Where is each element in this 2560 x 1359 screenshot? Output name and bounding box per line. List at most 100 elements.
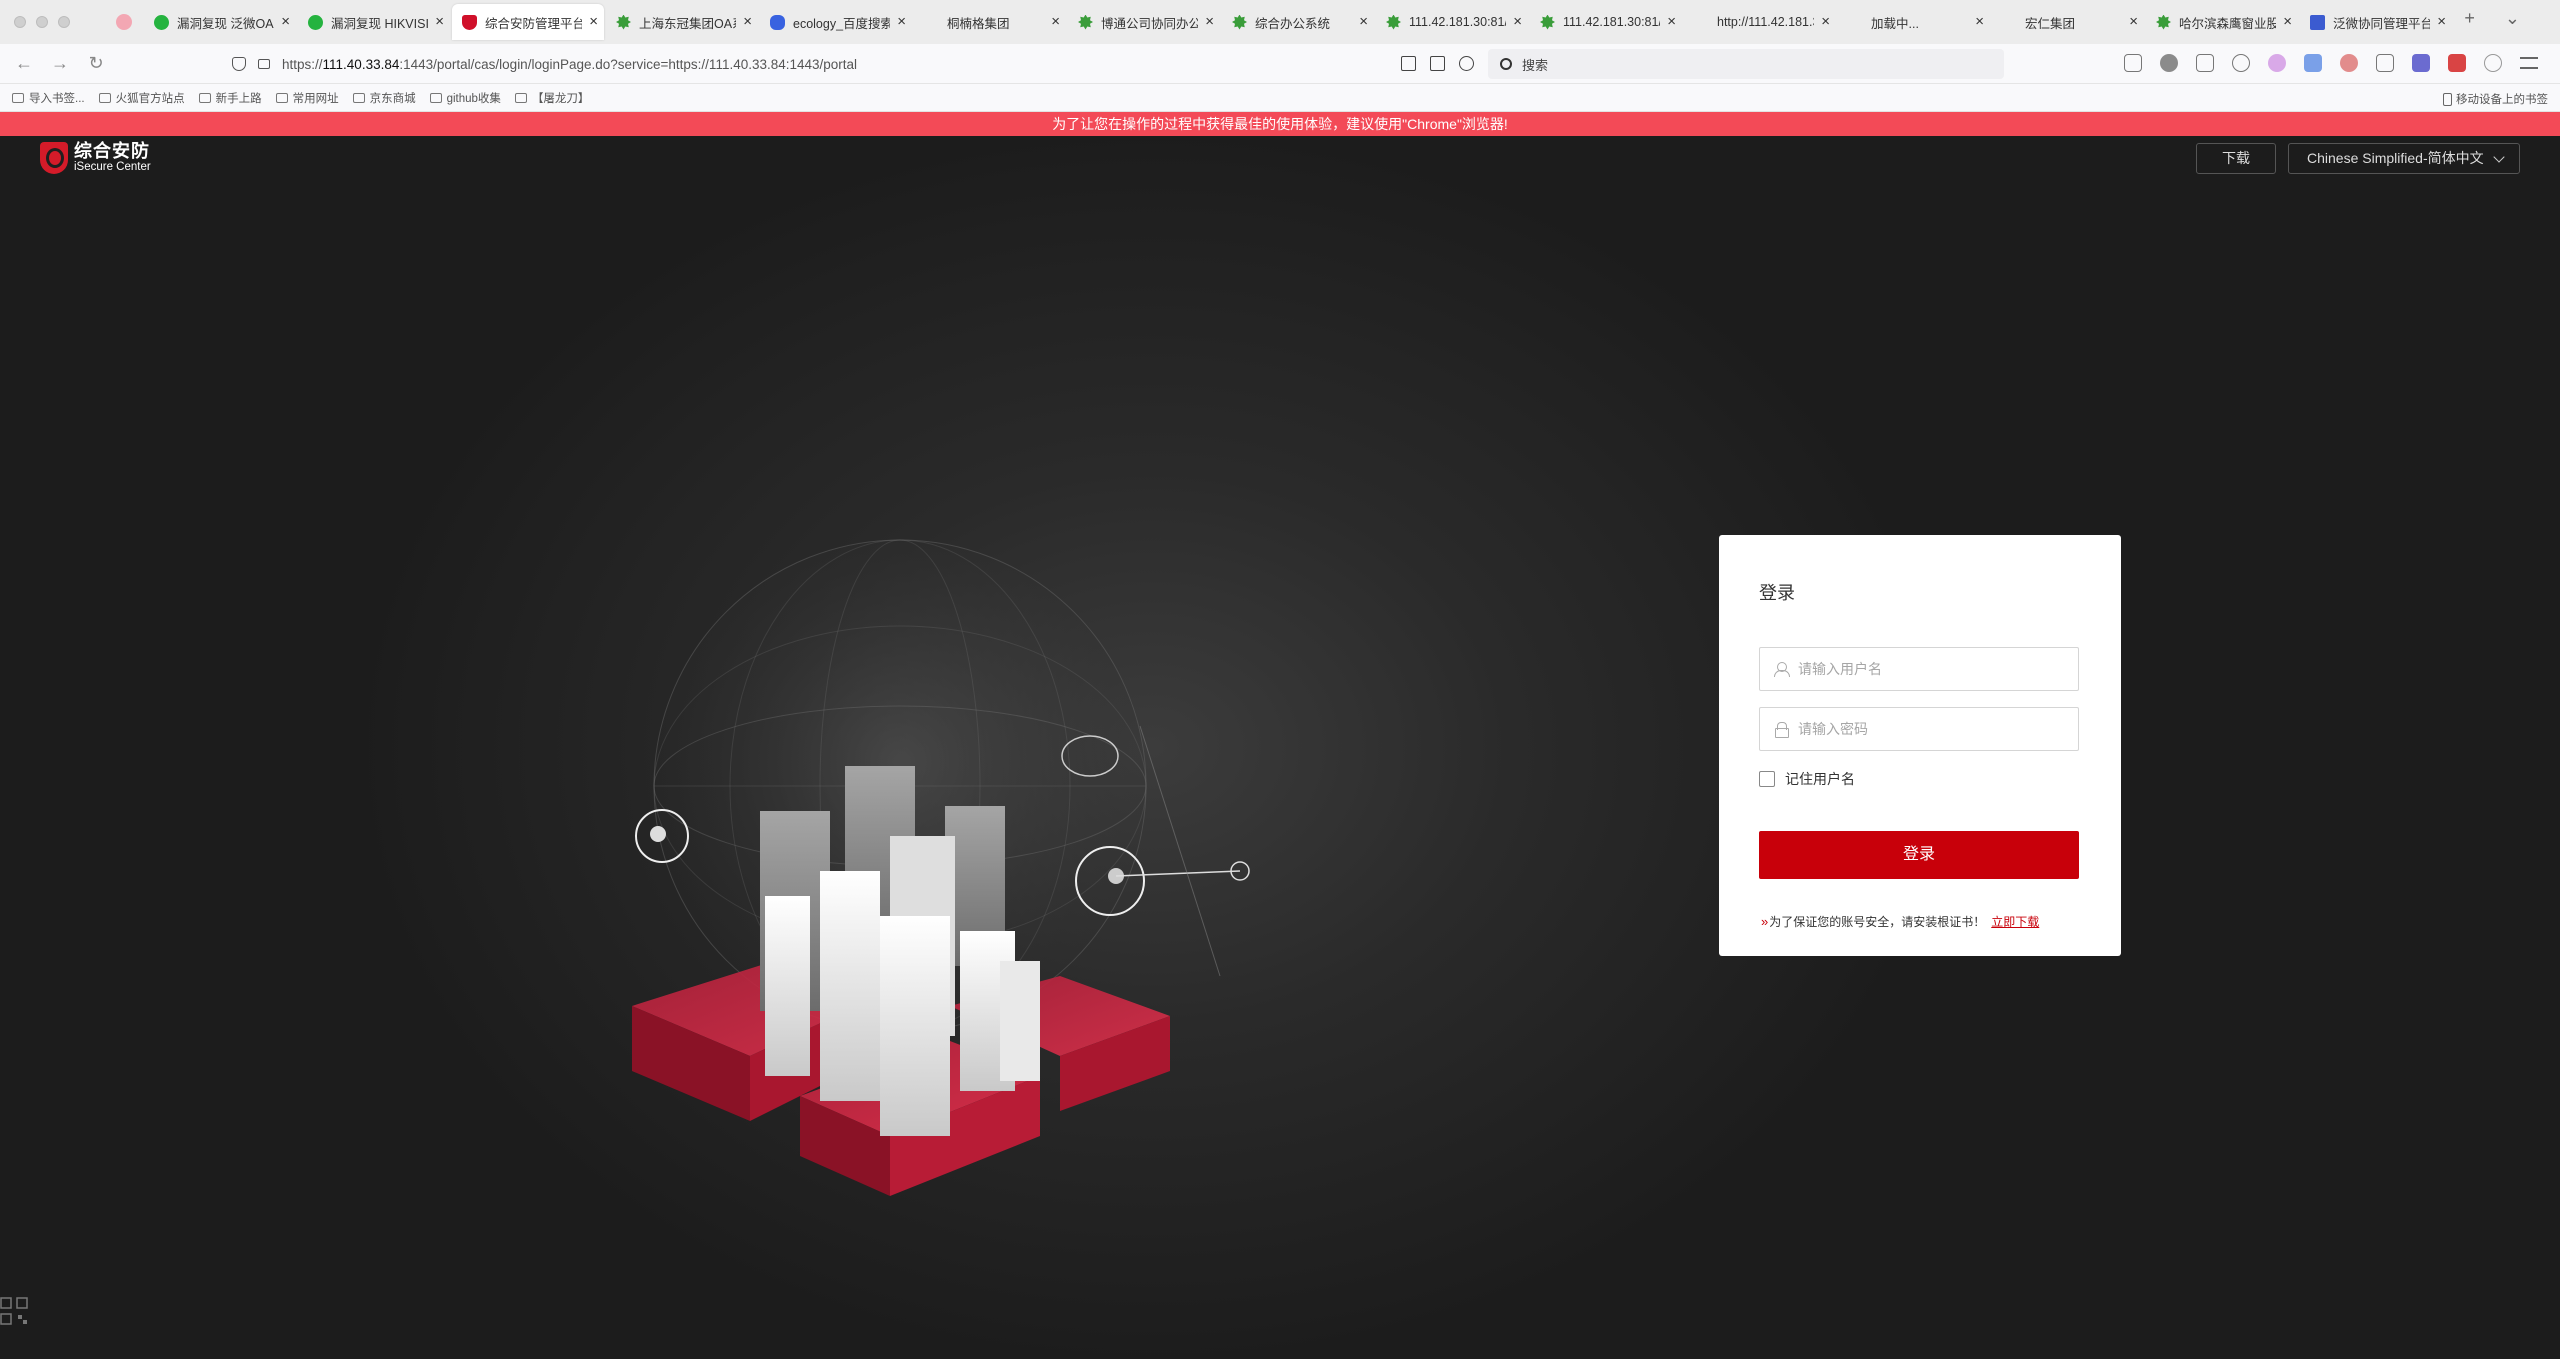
tab-label: 漏洞复现 HIKVISIO: [331, 16, 428, 31]
login-button[interactable]: 登录: [1759, 831, 2079, 879]
lock-icon[interactable]: [258, 59, 270, 69]
gear-icon: [1232, 14, 1247, 30]
login-card: 登录 记住用户名 登录 » 为了保证您的账号安全，请安装根证书！ 立即下载: [1719, 535, 2121, 956]
bookmark-item[interactable]: 常用网址: [275, 90, 339, 106]
tab-label: 漏洞复现 泛微OA E: [177, 16, 274, 31]
gear-icon: [2156, 14, 2171, 30]
language-select[interactable]: Chinese Simplified-简体中文: [2288, 143, 2520, 174]
url-text[interactable]: https://111.40.33.84:1443/portal/cas/log…: [282, 57, 857, 72]
extension-icon[interactable]: [2412, 54, 2430, 72]
browser-tab[interactable]: 桐楠格集团 ×: [914, 4, 1066, 40]
browser-tab[interactable]: 哈尔滨森鹰窗业股份 ×: [2146, 4, 2298, 40]
close-icon[interactable]: ×: [281, 13, 290, 30]
close-icon[interactable]: ×: [743, 13, 752, 30]
back-icon[interactable]: ←: [6, 53, 42, 74]
bookmark-item[interactable]: 京东商城: [352, 90, 416, 106]
folder-icon: [429, 92, 442, 103]
pinned-tab[interactable]: [106, 4, 142, 40]
phone-icon: [2443, 92, 2452, 106]
close-icon[interactable]: ×: [435, 13, 444, 30]
close-icon[interactable]: ×: [589, 13, 598, 30]
shield-icon: [462, 14, 477, 30]
chevron-down-icon[interactable]: ⌄: [2505, 8, 2520, 29]
browser-tab[interactable]: 综合办公系统 ×: [1222, 4, 1374, 40]
browser-tab[interactable]: ecology_百度搜索 ×: [760, 4, 912, 40]
browser-tab[interactable]: 漏洞复现 泛微OA E ×: [144, 4, 296, 40]
close-icon[interactable]: ×: [1975, 13, 1984, 30]
address-bar[interactable]: https://111.40.33.84:1443/portal/cas/log…: [232, 49, 1474, 79]
tab-strip: 漏洞复现 泛微OA E × 漏洞复现 HIKVISIO × 综合安防管理平台 × 上海东冠集…: [142, 4, 2452, 40]
browser-tab[interactable]: 加载中... ×: [1838, 4, 1990, 40]
search-bar[interactable]: 搜索: [1488, 49, 2004, 79]
browser-tab[interactable]: 博通公司协同办公 ×: [1068, 4, 1220, 40]
close-icon[interactable]: ×: [2437, 13, 2446, 30]
cert-download-link[interactable]: 立即下载: [1991, 913, 2039, 930]
bookmark-item[interactable]: 导入书签...: [12, 90, 85, 106]
new-tab-icon[interactable]: +: [2464, 8, 2475, 29]
extension-icon[interactable]: [2448, 54, 2466, 72]
shield-icon[interactable]: [232, 57, 246, 71]
close-icon[interactable]: ×: [1205, 13, 1214, 30]
translate-icon[interactable]: [1430, 56, 1445, 71]
star-icon[interactable]: [1459, 56, 1474, 71]
bookmark-icon: [514, 92, 527, 103]
qr-code-icon[interactable]: [1401, 56, 1416, 71]
qr-code-icon[interactable]: [0, 1297, 28, 1325]
bookmark-item[interactable]: 火狐官方站点: [98, 90, 185, 106]
login-page: 综合安防 iSecure Center 下载 Chinese Simplifie…: [0, 136, 2560, 1359]
browser-tab[interactable]: 宏仁集团 ×: [1992, 4, 2144, 40]
undo-icon[interactable]: [2232, 54, 2250, 72]
browser-tab[interactable]: 漏洞复现 HIKVISIO ×: [298, 4, 450, 40]
username-input[interactable]: [1798, 661, 2068, 677]
download-button[interactable]: 下载: [2196, 143, 2276, 174]
username-field[interactable]: [1759, 647, 2079, 691]
mobile-bookmarks[interactable]: 移动设备上的书签: [2443, 91, 2548, 107]
close-icon[interactable]: ×: [1051, 13, 1060, 30]
browser-tab[interactable]: 泛微协同管理平台 ×: [2300, 4, 2452, 40]
crop-icon[interactable]: [2196, 54, 2214, 72]
search-icon: [1500, 58, 1512, 70]
close-icon[interactable]: ×: [2129, 13, 2138, 30]
bookmark-label: 京东商城: [369, 92, 416, 105]
reload-icon[interactable]: ↻: [78, 53, 114, 74]
browser-tab[interactable]: 综合安防管理平台 ×: [452, 4, 604, 40]
password-input[interactable]: [1798, 721, 2068, 737]
browser-tab[interactable]: 111.42.181.30:81/w ×: [1376, 4, 1528, 40]
close-icon[interactable]: ×: [2283, 13, 2292, 30]
extension-toolbar: [2124, 54, 2538, 72]
extension-icon[interactable]: [2376, 54, 2394, 72]
tab-label: 综合安防管理平台: [485, 16, 582, 31]
window-controls[interactable]: [0, 16, 106, 28]
bookmark-item[interactable]: 新手上路: [198, 90, 262, 106]
logo-title: 综合安防: [74, 141, 150, 161]
browser-tab[interactable]: 上海东冠集团OA系 ×: [606, 4, 758, 40]
extension-icon[interactable]: [2340, 54, 2358, 72]
city-globe-illustration: [632, 539, 1250, 1196]
tab-label: 111.42.181.30:81/w: [1563, 15, 1660, 29]
close-icon[interactable]: ×: [897, 13, 906, 30]
close-icon[interactable]: ×: [1667, 13, 1676, 30]
close-icon[interactable]: ×: [1821, 13, 1830, 30]
browser-warning-bar: 为了让您在操作的过程中获得最佳的使用体验，建议使用"Chrome"浏览器!: [0, 112, 2560, 136]
account-icon[interactable]: [2484, 54, 2502, 72]
close-icon[interactable]: ×: [1513, 13, 1522, 30]
bookmark-label: 【屠龙刀】: [531, 92, 590, 105]
vpn-icon[interactable]: [2160, 54, 2178, 72]
bookmark-item[interactable]: 【屠龙刀】: [514, 90, 590, 106]
bookmark-item[interactable]: github收集: [429, 90, 501, 106]
extension-icon[interactable]: [2268, 54, 2286, 72]
password-field[interactable]: [1759, 707, 2079, 751]
browser-tab[interactable]: http://111.42.181.30:8 ×: [1684, 4, 1836, 40]
gear-icon: [1540, 14, 1555, 30]
menu-icon[interactable]: [2520, 57, 2538, 69]
close-icon[interactable]: ×: [1359, 13, 1368, 30]
download-icon[interactable]: [2124, 54, 2142, 72]
browser-tab-bar: 漏洞复现 泛微OA E × 漏洞复现 HIKVISIO × 综合安防管理平台 × 上海东冠集…: [0, 0, 2560, 44]
forward-icon[interactable]: →: [42, 53, 78, 74]
remember-username[interactable]: 记住用户名: [1759, 769, 1855, 789]
browser-tab[interactable]: 111.42.181.30:81/w ×: [1530, 4, 1682, 40]
remember-checkbox[interactable]: [1759, 771, 1775, 787]
user-icon: [1774, 662, 1790, 677]
tab-label: 加载中...: [1871, 16, 1919, 31]
translate-ext-icon[interactable]: [2304, 54, 2322, 72]
